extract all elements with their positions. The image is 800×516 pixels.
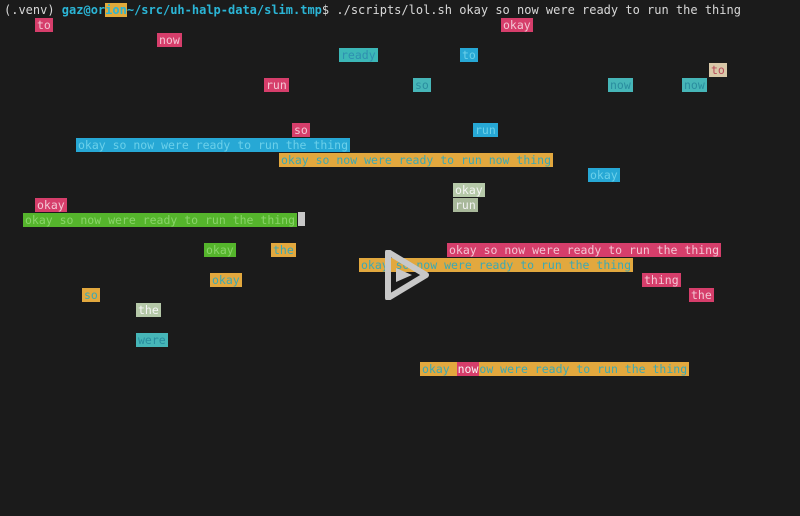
- prompt-symbol: $: [321, 3, 337, 17]
- cursor-block: [298, 212, 305, 226]
- terminal-window[interactable]: (.venv) gaz@orion~/src/uh-halp-data/slim…: [0, 0, 800, 516]
- word: the: [271, 243, 296, 257]
- word: okay: [35, 198, 67, 212]
- now-highlight: now: [456, 362, 480, 376]
- word: run: [453, 198, 478, 212]
- last-line: okay nowow were ready to run the thing: [420, 362, 690, 376]
- word: okay: [453, 183, 485, 197]
- word: okay: [588, 168, 620, 182]
- word: okay: [501, 18, 533, 32]
- word: okay so now were ready to run now thing: [279, 153, 554, 167]
- word: okay: [210, 273, 242, 287]
- word: ready: [339, 48, 378, 62]
- word: okay so now were ready to run the thing: [447, 243, 722, 257]
- word: okay: [204, 243, 236, 257]
- word: now: [157, 33, 182, 47]
- prompt-user: gaz@or: [61, 3, 106, 17]
- word: so: [292, 123, 310, 137]
- word: run: [473, 123, 498, 137]
- prompt-line: (.venv) gaz@orion~/src/uh-halp-data/slim…: [4, 3, 741, 18]
- word: the: [136, 303, 161, 317]
- word: to: [460, 48, 478, 62]
- command-text: ./scripts/lol.sh okay so now were ready …: [336, 3, 741, 17]
- prompt-path: ~/src/uh-halp-data/slim.tmp: [126, 3, 322, 17]
- play-icon[interactable]: [384, 250, 430, 300]
- word: to: [709, 63, 727, 77]
- word: okay so now were ready to run the thing: [76, 138, 351, 152]
- word: so: [82, 288, 100, 302]
- word: now: [682, 78, 707, 92]
- last-line-tail: ow were ready to run the thing: [479, 362, 688, 376]
- last-line-head: okay: [422, 362, 457, 376]
- prompt-host: ion: [105, 3, 127, 17]
- word: now: [608, 78, 633, 92]
- venv-label: (.venv): [4, 3, 62, 17]
- word: so: [413, 78, 431, 92]
- word: okay so now were ready to run the thing: [23, 213, 298, 227]
- word: the: [689, 288, 714, 302]
- word: were: [136, 333, 168, 347]
- word: run: [264, 78, 289, 92]
- word: thing: [642, 273, 681, 287]
- word: to: [35, 18, 53, 32]
